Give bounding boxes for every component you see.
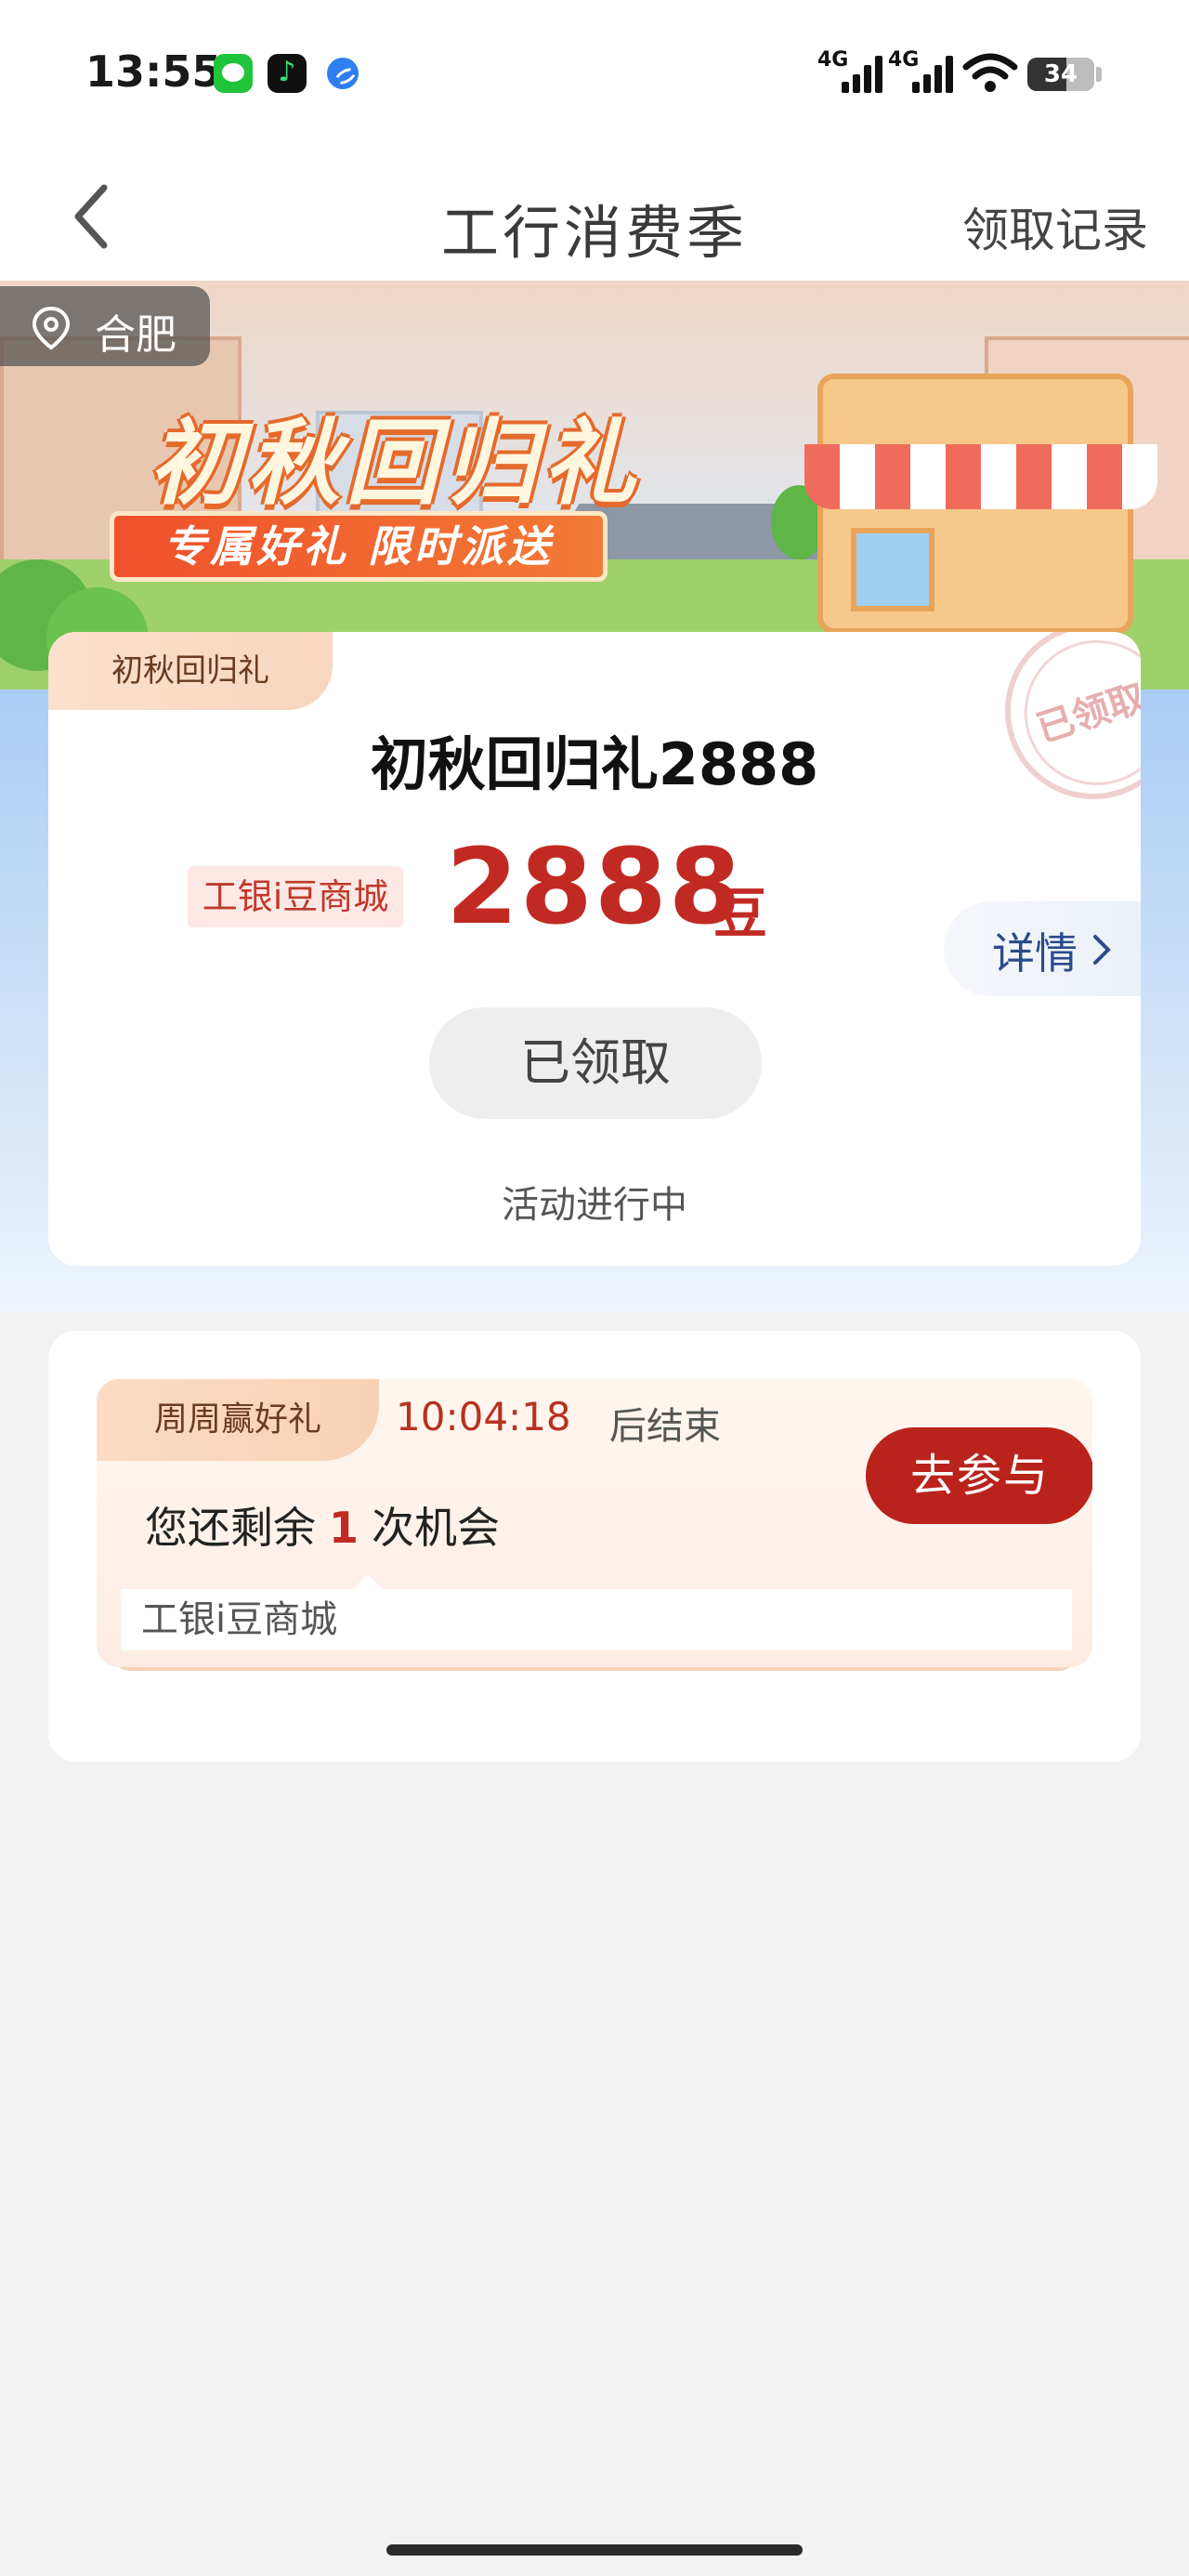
- countdown-suffix: 后结束: [609, 1405, 721, 1448]
- claimed-button[interactable]: 已领取: [429, 1007, 762, 1119]
- activity-status: 活动进行中: [502, 1184, 687, 1227]
- music-app-icon: [268, 54, 307, 93]
- banner-shop-illustration: [804, 374, 1157, 634]
- chevron-right-icon: [1093, 935, 1111, 965]
- claim-records-link[interactable]: 领取记录: [962, 193, 1148, 260]
- browser-icon: [327, 58, 359, 89]
- nav-bar: 工行消费季 领取记录: [0, 149, 1189, 281]
- location-selector[interactable]: 合肥: [0, 286, 210, 366]
- cellular-signal-icon: 4G: [817, 48, 892, 93]
- task-item: 周周赢好礼 10:04:18 后结束 您还剩余 1 次机会 去参与 工银i豆商城: [97, 1379, 1092, 1667]
- weekly-task-card: 周周赢好礼 10:04:18 后结束 您还剩余 1 次机会 去参与 工银i豆商城: [48, 1331, 1141, 1762]
- status-bar: 13:55 4G 4G 34: [0, 0, 1189, 149]
- task-source-label: 工银i豆商城: [121, 1574, 1072, 1650]
- task-tag: 周周赢好礼: [97, 1379, 379, 1461]
- chances-count: 1: [329, 1503, 359, 1553]
- cellular-signal-icon-2: 4G: [888, 48, 962, 93]
- details-label: 详情: [992, 928, 1078, 979]
- reward-unit: 豆: [713, 882, 768, 945]
- details-button[interactable]: 详情: [944, 901, 1141, 996]
- reward-card: 初秋回归礼 已领取 初秋回归礼2888 工银i豆商城 2888 豆 详情 已领取…: [48, 632, 1141, 1266]
- battery-tip: [1096, 67, 1102, 82]
- location-pin-icon: [32, 306, 71, 350]
- wifi-icon: [962, 53, 1018, 92]
- join-button[interactable]: 去参与: [866, 1427, 1092, 1524]
- mall-badge: 工银i豆商城: [188, 866, 403, 927]
- remaining-chances: 您还剩余 1 次机会: [145, 1503, 501, 1553]
- wechat-icon: [214, 54, 253, 93]
- home-indicator[interactable]: [386, 2544, 803, 2556]
- location-label: 合肥: [95, 311, 176, 359]
- status-time: 13:55: [85, 46, 222, 97]
- battery-icon: 34: [1027, 58, 1094, 91]
- reward-title: 初秋回归礼2888: [370, 730, 819, 798]
- countdown-timer: 10:04:18: [396, 1394, 571, 1439]
- reward-tag: 初秋回归礼: [48, 632, 333, 710]
- banner-subtitle: 专属好礼 限时派送: [110, 511, 608, 582]
- reward-amount: 2888: [446, 827, 743, 948]
- banner-title: 初秋回归礼: [149, 409, 641, 518]
